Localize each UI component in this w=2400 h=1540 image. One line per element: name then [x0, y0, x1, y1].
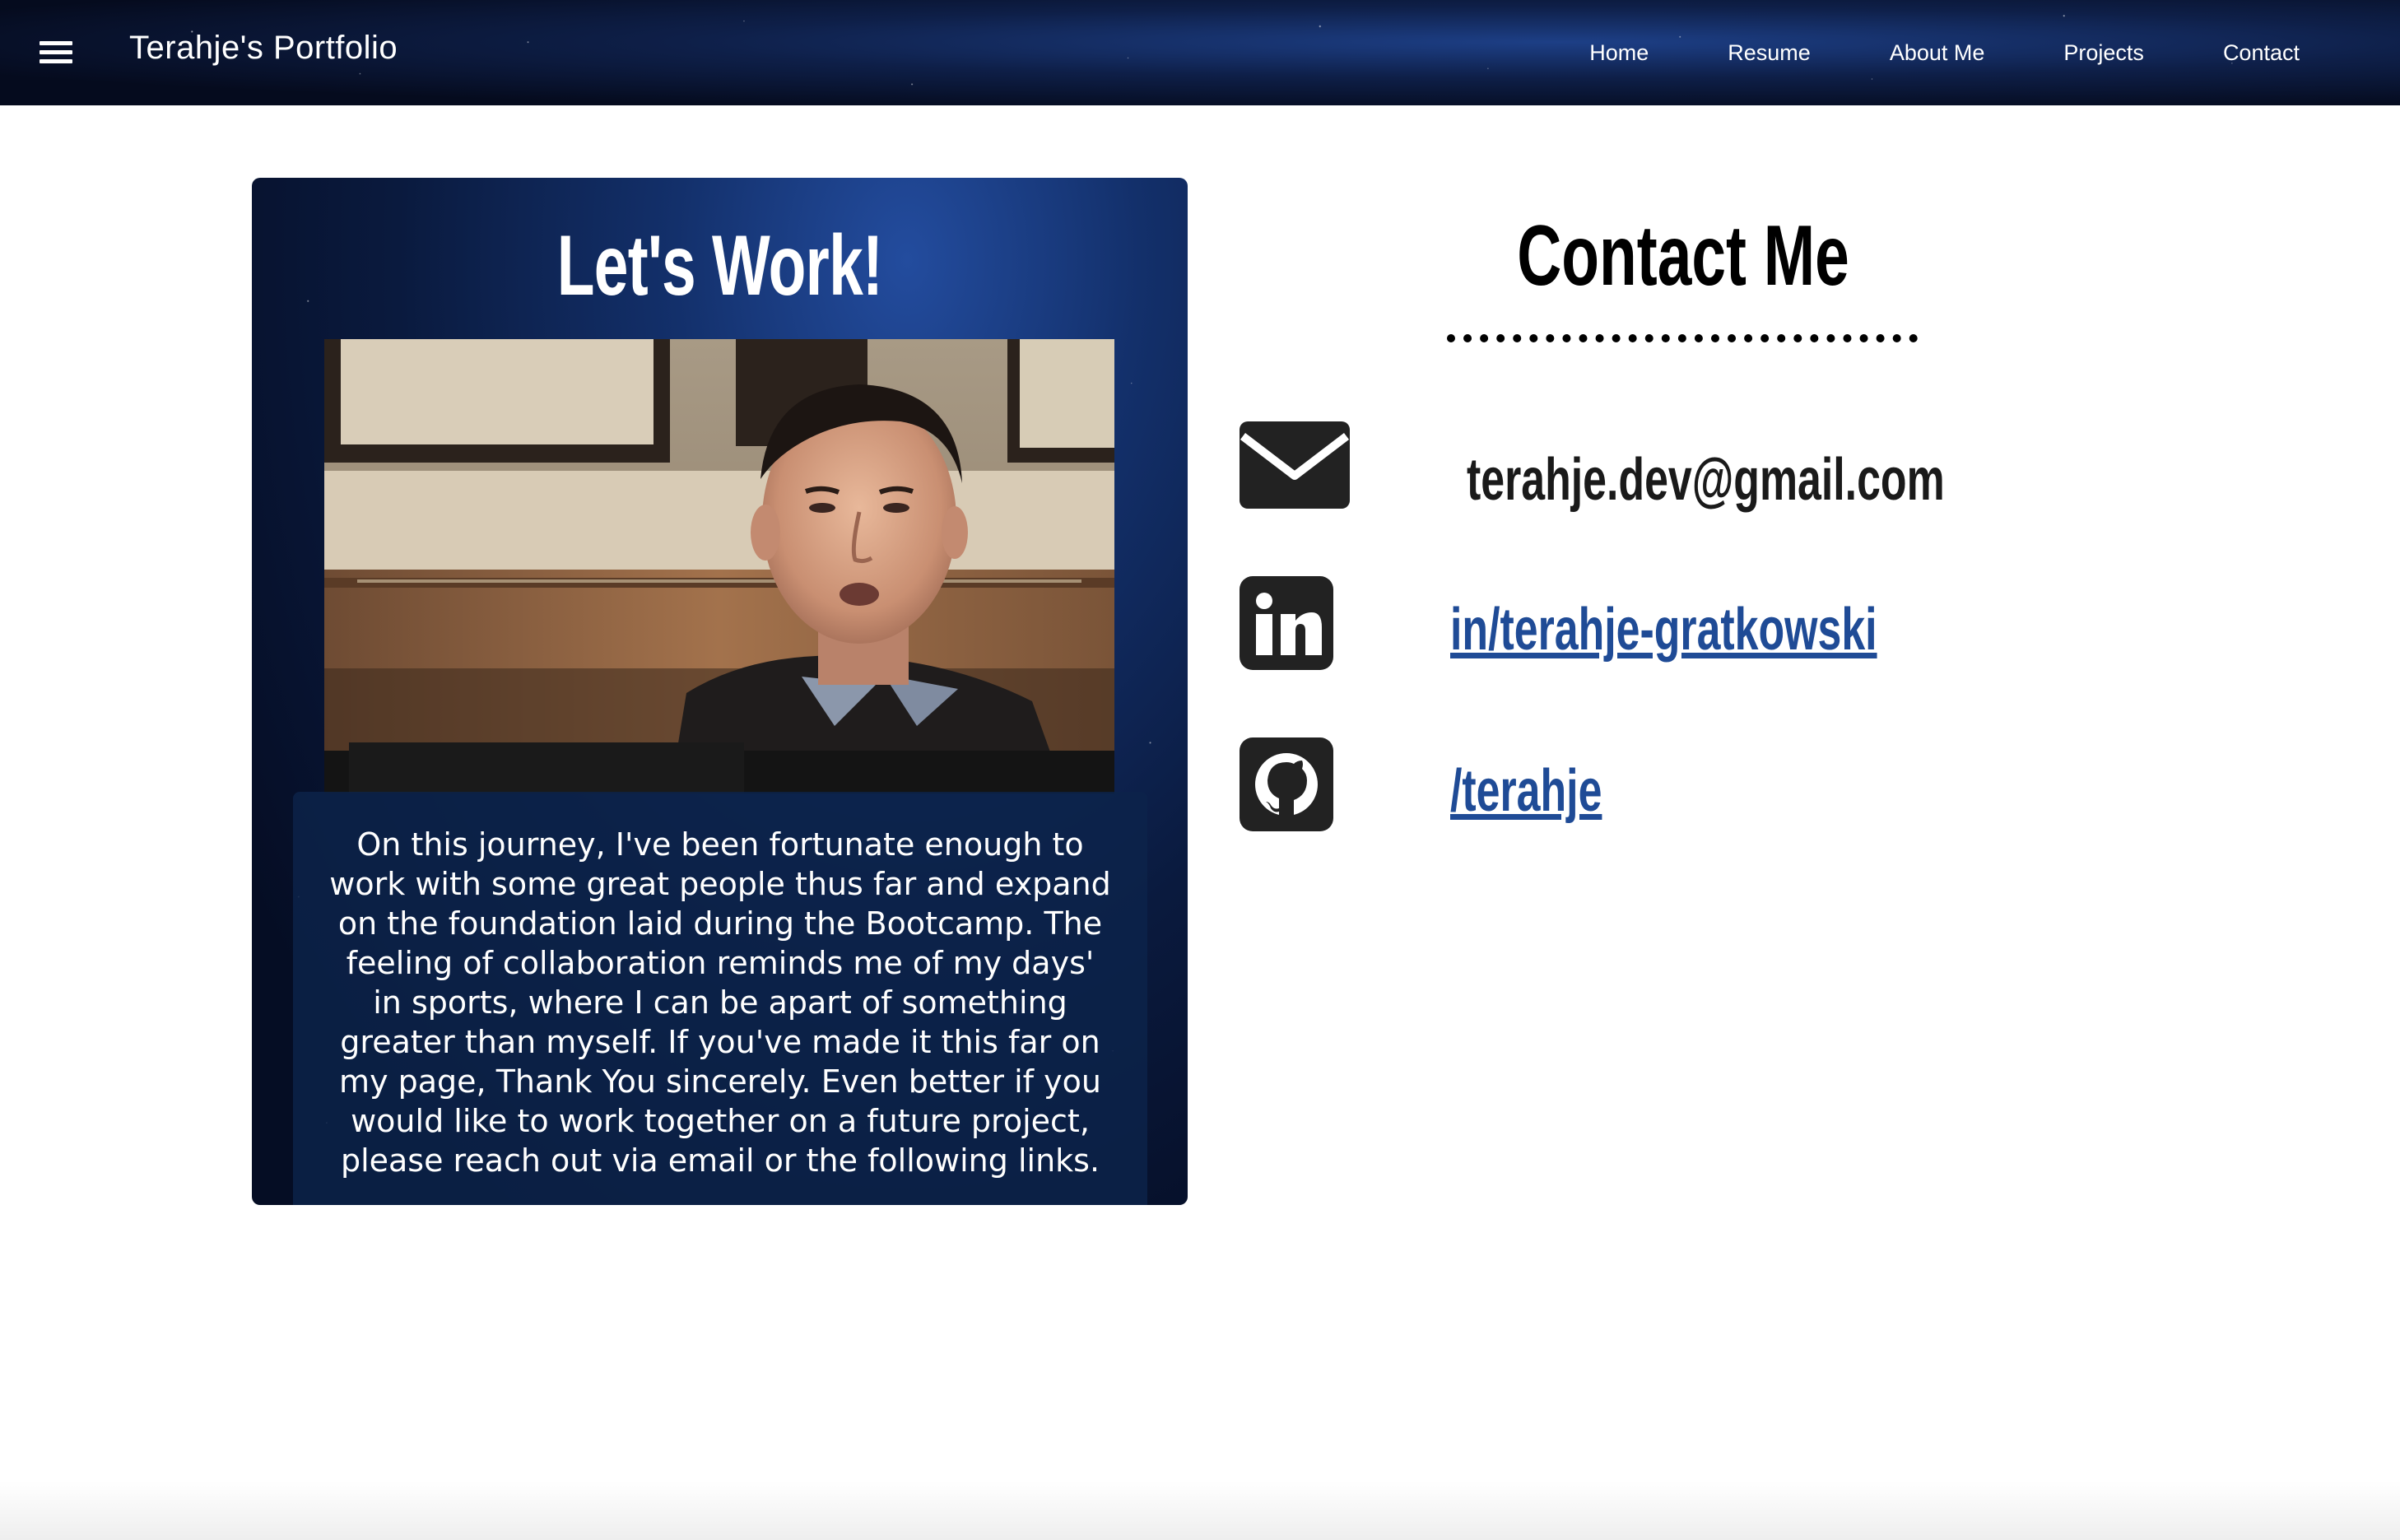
- card-body-text: On this journey, I've been fortunate eno…: [329, 826, 1111, 1179]
- github-link[interactable]: /terahje: [1450, 757, 1602, 825]
- nav-link-about-me[interactable]: About Me: [1890, 40, 1985, 66]
- card-text-box: On this journey, I've been fortunate eno…: [293, 792, 1147, 1205]
- top-navbar: Terahje's Portfolio Home Resume About Me…: [0, 0, 2400, 105]
- contact-row-email: terahje.dev@gmail.com: [1240, 421, 2145, 520]
- envelope-icon[interactable]: [1240, 421, 1351, 510]
- person-at-laptop-image: [324, 339, 1114, 793]
- hamburger-menu-icon[interactable]: [40, 38, 74, 67]
- email-address[interactable]: terahje.dev@gmail.com: [1467, 446, 1945, 514]
- nav-link-resume[interactable]: Resume: [1728, 40, 1811, 66]
- bottom-strip: [0, 1482, 2400, 1540]
- contact-row-linkedin: in/terahje-gratkowski: [1240, 576, 2145, 675]
- card-title: Let's Work!: [556, 218, 883, 314]
- lets-work-card: Let's Work! On this journey, I've been f…: [252, 178, 1188, 1205]
- nav-links: Home Resume About Me Projects Contact: [1589, 0, 2400, 105]
- linkedin-icon[interactable]: [1240, 576, 1335, 672]
- contact-row-github: /terahje: [1240, 737, 2145, 836]
- contact-divider: [1447, 334, 1918, 342]
- site-brand[interactable]: Terahje's Portfolio: [129, 30, 398, 67]
- linkedin-link[interactable]: in/terahje-gratkowski: [1450, 596, 1877, 663]
- nav-link-projects[interactable]: Projects: [2063, 40, 2144, 66]
- nav-link-contact[interactable]: Contact: [2223, 40, 2300, 66]
- contact-title: Contact Me: [1517, 208, 1849, 304]
- nav-link-home[interactable]: Home: [1589, 40, 1649, 66]
- github-icon[interactable]: [1240, 737, 1335, 833]
